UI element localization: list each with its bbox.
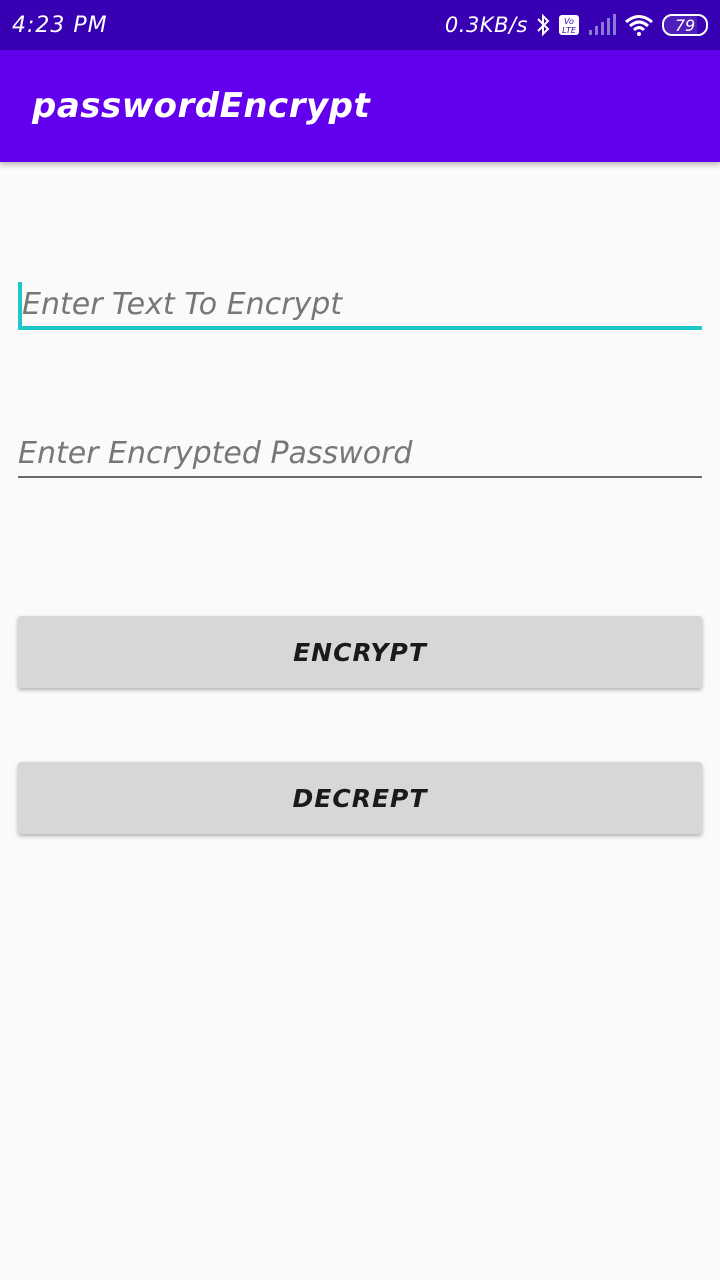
text-to-encrypt-input[interactable] [18, 282, 702, 330]
network-speed: 0.3KB/s [444, 13, 528, 37]
app-bar: passwordEncrypt [0, 50, 720, 162]
svg-text:LTE: LTE [562, 26, 577, 35]
battery-icon: 79 [662, 14, 708, 36]
svg-text:Vo: Vo [564, 17, 574, 26]
wifi-icon [624, 14, 654, 36]
status-time: 4:23 PM [12, 12, 108, 38]
encrypt-button[interactable]: ENCRYPT [18, 616, 702, 688]
bluetooth-icon [536, 13, 550, 37]
volte-icon: Vo LTE [558, 14, 580, 36]
signal-icon [588, 14, 616, 36]
status-bar: 4:23 PM 0.3KB/s Vo LTE 79 [0, 0, 720, 50]
battery-level: 79 [674, 15, 696, 35]
status-icons: 0.3KB/s Vo LTE 79 [445, 13, 708, 37]
encrypted-password-input[interactable] [18, 430, 702, 478]
decrypt-button[interactable]: DECREPT [18, 762, 702, 834]
app-title: passwordEncrypt [32, 86, 371, 126]
